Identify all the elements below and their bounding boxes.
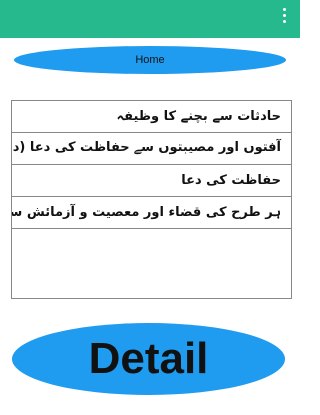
detail-button[interactable]: Detail [12,323,285,395]
app-bar [0,0,300,38]
list-item[interactable]: حفاظت کی دعا [12,165,291,197]
menu-dot [282,7,286,11]
list-item[interactable]: ہر طرح کی قضاء اور معصیت و آزمائش سے حفا… [12,197,291,229]
dua-list: حادثات سے بچنے کا وظیفہ آفتوں اور مصیبتو… [11,100,292,299]
list-item[interactable]: آفتوں اور مصیبتوں سے حفاظت کی دعا (دعائے… [12,133,291,165]
menu-dot [282,13,286,17]
list-item[interactable]: حادثات سے بچنے کا وظیفہ [12,101,291,133]
list-empty-area [12,229,291,299]
menu-dot [282,19,286,23]
home-button[interactable]: Home [14,46,286,74]
more-vert-icon[interactable] [274,6,294,24]
